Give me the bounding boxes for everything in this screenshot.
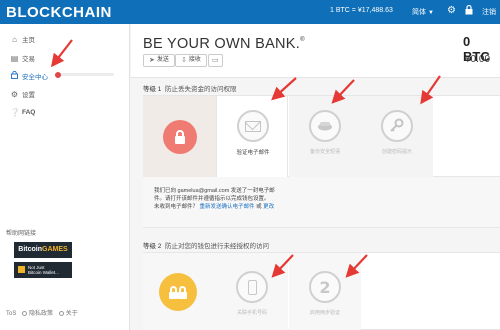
resend-email-link[interactable]: 重新发送确认电子邮件 [200, 204, 255, 210]
main-header: BE YOUR OWN BANK.® ➤ 发送 ⇩ 接收 ▭ 0 BTC ¥0.00 [131, 24, 500, 78]
receive-icon: ⇩ [181, 57, 187, 64]
level1-panel: 验证电子邮件 备份安全短语 创建密码提示 [143, 95, 500, 178]
gear-icon[interactable]: ⚙ [447, 5, 456, 17]
print-icon: ▭ [212, 57, 219, 64]
wallet-ad[interactable]: Not Just Bitcoin Wallet... [14, 262, 72, 278]
privacy-link[interactable]: 隐私政策 [29, 311, 53, 317]
sidebar: ⌂ 主页 ▤ 交易 安全中心 ⚙ 设置 ❔ FAQ 帮助网链接 BitcoinGAMES… [0, 24, 130, 330]
level1-status [143, 96, 216, 178]
sidebar-item-transactions[interactable]: ▤ 交易 [10, 53, 35, 64]
top-bar: BLOCKCHAIN 1 BTC = ¥17,488.63 简体 ▼ ⚙ 注销 [0, 0, 500, 24]
step-backup-phrase[interactable]: 备份安全短语 [289, 96, 361, 178]
tos-link[interactable]: ToS [6, 311, 16, 317]
privacy-icon [22, 311, 28, 316]
message-line-3: 未收到电子邮件？ 重新发送确认电子邮件 或 更改 [154, 204, 275, 210]
step-link-phone[interactable]: 关联手机号码 [216, 253, 288, 330]
security-progress-bar [55, 71, 114, 78]
balance-fiat: ¥0.00 [465, 54, 491, 65]
gear-icon: ⚙ [10, 89, 19, 99]
level1-heading: 等级 1 防止丢失资金的访问权限 [143, 86, 237, 93]
help-links-label: 帮助网链接 [6, 231, 37, 237]
home-icon: ⌂ [12, 34, 17, 44]
arrow-email [271, 77, 297, 101]
footer-links: ToS 隐私政策 关于 [6, 308, 78, 317]
logout-link[interactable]: 注销 [482, 7, 496, 17]
lock-icon [159, 273, 197, 311]
level2-status [143, 253, 216, 330]
message-line-1: 我们已向 gamelua@gmail.com 发送了一封电子邮 [154, 188, 275, 194]
about-link[interactable]: 关于 [66, 311, 78, 317]
message-line-2: 件。请打开该邮件并遵循指示以完成钱包设置。 [154, 196, 270, 202]
print-button[interactable]: ▭ [208, 54, 223, 67]
sidebar-item-faq[interactable]: ❔ FAQ [10, 108, 35, 117]
level2-panel: 关联手机号码 2 启用两步验证 [143, 252, 500, 330]
chevron-down-icon: ▼ [428, 10, 434, 16]
phone-icon [236, 271, 268, 303]
step-two-factor[interactable]: 2 启用两步验证 [289, 253, 361, 330]
change-email-link[interactable]: 更改 [263, 204, 274, 210]
envelope-icon [237, 110, 269, 142]
key-icon [381, 110, 413, 142]
backup-icon [309, 110, 341, 142]
send-icon: ➤ [149, 57, 155, 64]
lock-icon [163, 120, 197, 154]
sidebar-item-security[interactable]: 安全中心 [10, 70, 48, 81]
sidebar-item-settings[interactable]: ⚙ 设置 [10, 89, 35, 100]
sidebar-item-home[interactable]: ⌂ 主页 [10, 34, 35, 45]
step-password-hint[interactable]: 创建密码提示 [361, 96, 433, 178]
page-title: BE YOUR OWN BANK.® [143, 36, 305, 52]
transactions-icon: ▤ [10, 53, 19, 63]
brand-logo[interactable]: BLOCKCHAIN [6, 4, 112, 21]
btc-price: 1 BTC = ¥17,488.63 [330, 7, 393, 14]
ad-logo-icon [18, 266, 25, 273]
bitcoin-games-ad[interactable]: BitcoinGAMES [14, 242, 72, 258]
lock-icon[interactable] [465, 4, 473, 19]
two-factor-icon: 2 [309, 271, 341, 303]
language-select[interactable]: 简体 ▼ [412, 7, 434, 17]
receive-button[interactable]: ⇩ 接收 [175, 54, 207, 67]
question-icon: ❔ [10, 108, 20, 117]
level2-heading: 等级 2 防止对您的钱包进行未经授权的访问 [143, 243, 270, 250]
security-progress-indicator [55, 71, 61, 78]
about-icon [58, 311, 64, 316]
lock-icon [10, 70, 19, 81]
step-verify-email[interactable]: 验证电子邮件 [216, 96, 288, 178]
send-button[interactable]: ➤ 发送 [143, 54, 175, 67]
